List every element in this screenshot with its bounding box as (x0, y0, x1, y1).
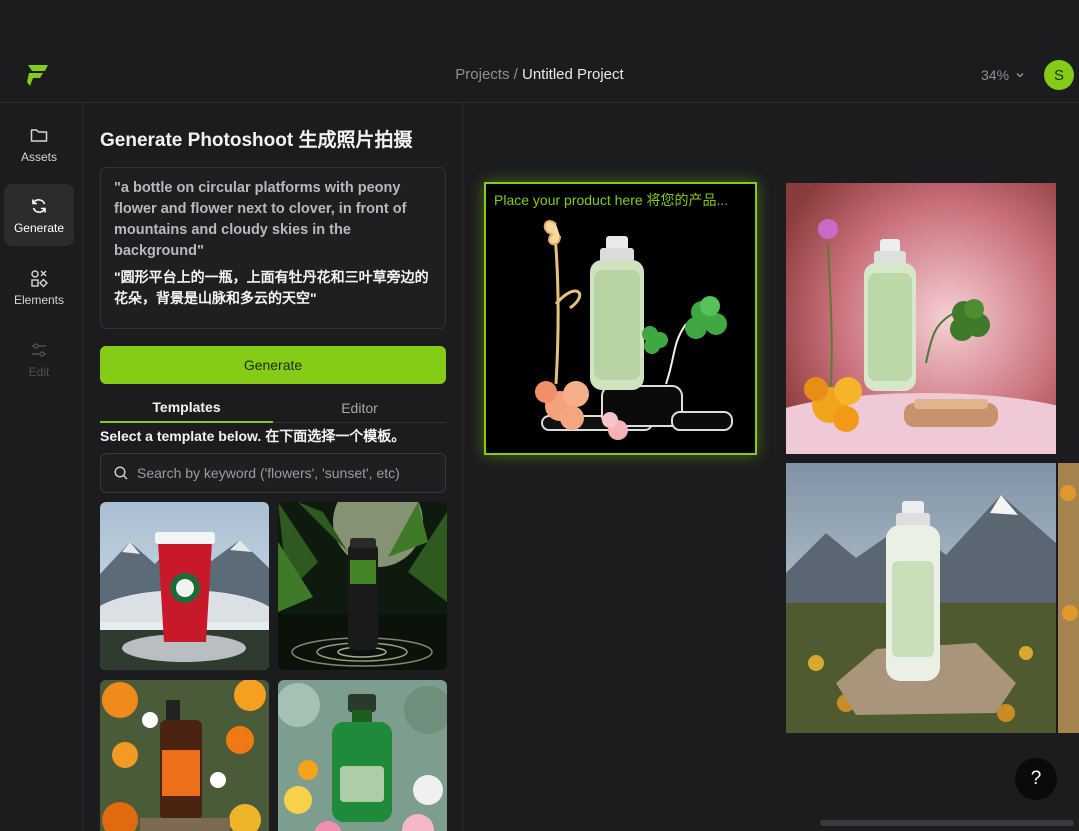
rail-label-elements: Elements (13, 292, 65, 307)
result-image (786, 183, 1056, 454)
refresh-icon (32, 198, 46, 213)
horizontal-scrollbar[interactable] (820, 820, 1074, 826)
sliders-icon (32, 342, 46, 357)
search-input[interactable] (137, 465, 437, 481)
tab-editor[interactable]: Editor (273, 393, 446, 422)
prompt-text-zh: "圆形平台上的一瓶，上面有牡丹花和三叶草旁边的花朵，背景是山脉和多云的天空" (114, 269, 429, 306)
rail-item-edit[interactable]: Edit (4, 328, 74, 390)
generate-button[interactable]: Generate (100, 346, 446, 384)
template-thumb-green-bottle[interactable] (278, 680, 447, 831)
rail-item-elements[interactable]: Elements (4, 256, 74, 318)
template-hint: Select a template below. 在下面选择一个模板。 (100, 428, 406, 444)
template-image (100, 502, 269, 670)
panel-tabs: Templates Editor (100, 393, 446, 423)
shapes-icon (31, 269, 48, 287)
rail-item-generate[interactable]: Generate (4, 184, 74, 246)
template-image (278, 502, 447, 670)
breadcrumb-separator: / (513, 66, 518, 83)
generated-result-1[interactable] (786, 183, 1056, 454)
rail-label-edit: Edit (28, 364, 50, 379)
generate-panel: Generate Photoshoot 生成照片拍摄 "a bottle on … (83, 103, 463, 831)
folder-icon (30, 128, 48, 142)
prompt-text-en: "a bottle on circular platforms with peo… (114, 180, 407, 259)
result-image (786, 463, 1079, 733)
help-button[interactable]: ? (1015, 758, 1057, 800)
template-search[interactable] (100, 453, 446, 493)
prompt-box[interactable]: "a bottle on circular platforms with peo… (100, 167, 446, 329)
template-thumb-dropper[interactable] (100, 680, 269, 831)
template-thumb-spray[interactable] (278, 502, 447, 670)
canvas[interactable]: Place your product here 将您的产品... ? (464, 103, 1079, 831)
zoom-dropdown[interactable]: 34% (981, 67, 1025, 83)
rail-label-generate: Generate (13, 220, 65, 235)
template-thumb-cup[interactable] (100, 502, 269, 670)
breadcrumb: Projects / Untitled Project (0, 66, 1079, 83)
search-icon (114, 466, 128, 480)
tab-templates[interactable]: Templates (100, 393, 273, 423)
panel-title: Generate Photoshoot 生成照片拍摄 (100, 130, 413, 151)
breadcrumb-projects[interactable]: Projects (455, 66, 509, 83)
product-image (535, 220, 733, 440)
rail-item-assets[interactable]: Assets (4, 113, 74, 175)
project-name[interactable]: Untitled Project (522, 66, 624, 83)
product-placeholder[interactable]: Place your product here 将您的产品... (484, 182, 757, 455)
template-image (278, 680, 447, 831)
user-avatar[interactable]: S (1044, 60, 1074, 90)
zoom-level: 34% (981, 67, 1010, 83)
rail-label-assets: Assets (20, 149, 57, 164)
template-image (100, 680, 269, 831)
tool-rail: Assets Generate Elements Edit (0, 103, 83, 831)
chevron-down-icon (1016, 72, 1024, 78)
top-bar: Projects / Untitled Project 34% S (0, 0, 1079, 103)
generated-result-2[interactable] (786, 463, 1079, 733)
